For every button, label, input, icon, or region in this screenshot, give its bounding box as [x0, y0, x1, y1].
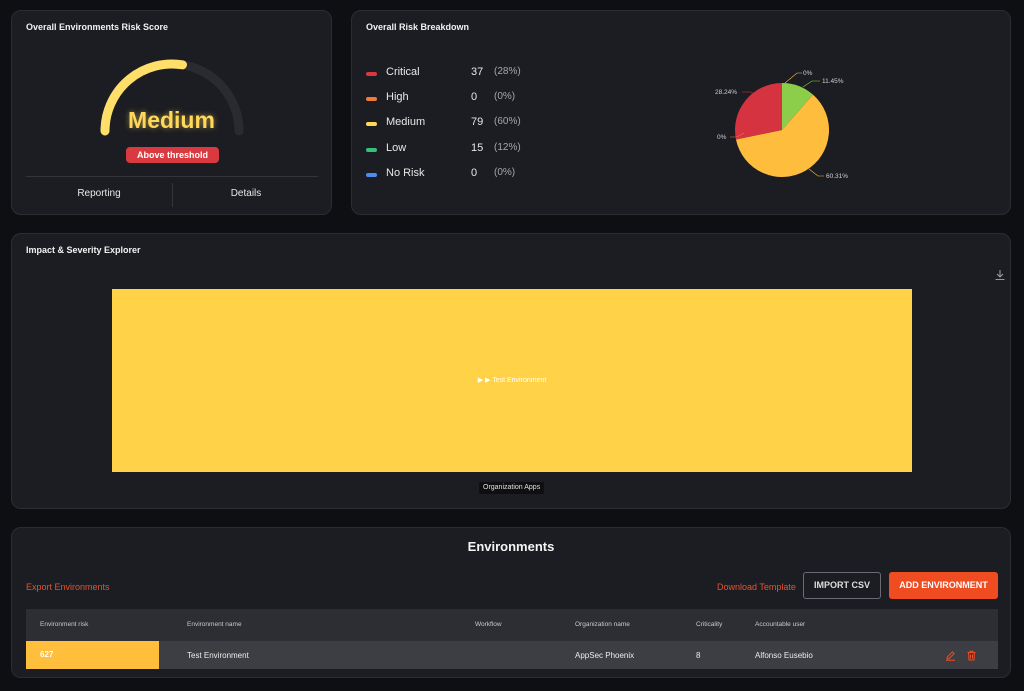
- pie-label-no-risk: 0%: [803, 70, 813, 77]
- column-header[interactable]: Workflow: [475, 621, 502, 628]
- high-swatch: [366, 97, 377, 101]
- export-environments-link[interactable]: Export Environments: [26, 582, 110, 592]
- impact-explorer-panel: Impact & Severity Explorer ▶ ▶ Test Envi…: [11, 233, 1011, 509]
- legend-item-low[interactable]: Low 15 (12%): [366, 142, 546, 158]
- legend-label: Low: [386, 142, 407, 154]
- risk-breakdown-panel: Overall Risk Breakdown Critical 37 (28%)…: [351, 10, 1011, 215]
- no-risk-swatch: [366, 173, 377, 177]
- column-header[interactable]: Organization name: [575, 621, 630, 628]
- leader-line: [808, 168, 824, 177]
- delete-icon[interactable]: [966, 650, 977, 661]
- leader-line: [784, 72, 802, 84]
- treemap-block-test-environment[interactable]: ▶ ▶ Test Environment: [112, 289, 912, 472]
- divider: [172, 183, 173, 207]
- accountable-user-cell: Alfonso Eusebio: [755, 651, 813, 660]
- threshold-badge: Above threshold: [126, 147, 219, 163]
- legend-percent: (0%): [494, 167, 516, 178]
- legend-count: 0: [471, 167, 478, 179]
- legend-label: High: [386, 91, 409, 103]
- organization-name-cell: AppSec Phoenix: [575, 651, 635, 660]
- legend-percent: (0%): [494, 91, 516, 102]
- treemap-label: ▶ ▶ Test Environment: [477, 377, 547, 384]
- add-environment-button[interactable]: ADD ENVIRONMENT: [889, 572, 998, 599]
- legend-count: 79: [471, 116, 484, 128]
- legend-percent: (12%): [494, 142, 521, 153]
- risk-level-label: Medium: [128, 107, 215, 133]
- risk-score-panel: Overall Environments Risk Score Medium A…: [11, 10, 332, 215]
- edit-icon[interactable]: [945, 650, 956, 661]
- legend-item-no-risk[interactable]: No Risk 0 (0%): [366, 167, 546, 183]
- environments-title: Environments: [467, 539, 555, 554]
- download-icon[interactable]: [994, 269, 1006, 281]
- medium-swatch: [366, 122, 377, 126]
- details-tab[interactable]: Details: [186, 188, 306, 199]
- criticality-cell: 8: [696, 651, 701, 660]
- pie-label-high: 0%: [717, 134, 727, 141]
- column-header[interactable]: Environment name: [187, 621, 242, 628]
- legend-percent: (60%): [494, 116, 521, 127]
- impact-explorer-title: Impact & Severity Explorer: [26, 245, 141, 255]
- divider: [26, 176, 318, 177]
- leader-line: [802, 80, 820, 88]
- environment-risk-cell: 627: [26, 641, 159, 669]
- risk-gauge: [100, 59, 244, 136]
- legend-count: 0: [471, 91, 478, 103]
- risk-breakdown-title: Overall Risk Breakdown: [366, 22, 470, 32]
- low-swatch: [366, 148, 377, 152]
- column-header[interactable]: Accountable user: [755, 621, 805, 628]
- table-header: Environment risk Environment name Workfl…: [26, 609, 998, 641]
- risk-score-title: Overall Environments Risk Score: [26, 22, 169, 32]
- treemap-breadcrumb[interactable]: Organization Apps: [479, 482, 545, 494]
- legend-percent: (28%): [494, 66, 521, 77]
- pie-label-medium: 60.31%: [826, 173, 848, 180]
- pie-slice-critical[interactable]: [735, 83, 782, 140]
- legend-count: 15: [471, 142, 484, 154]
- critical-swatch: [366, 72, 377, 76]
- reporting-tab[interactable]: Reporting: [39, 188, 159, 199]
- table-row[interactable]: 627 Test Environment AppSec Phoenix 8 Al…: [26, 641, 998, 669]
- legend-count: 37: [471, 66, 484, 78]
- pie-label-critical: 28.24%: [715, 89, 737, 96]
- environments-panel: Environments Export Environments Downloa…: [11, 527, 1011, 678]
- column-header[interactable]: Environment risk: [40, 621, 88, 628]
- column-header[interactable]: Criticality: [696, 621, 722, 628]
- download-template-link[interactable]: Download Template: [717, 582, 796, 592]
- legend-label: Medium: [386, 116, 426, 128]
- environment-name-cell: Test Environment: [187, 651, 249, 660]
- pie-label-low: 11.45%: [822, 78, 844, 85]
- legend-label: No Risk: [386, 167, 425, 179]
- legend-item-high[interactable]: High 0 (0%): [366, 91, 546, 107]
- legend-label: Critical: [386, 66, 420, 78]
- import-csv-button[interactable]: IMPORT CSV: [803, 572, 881, 599]
- risk-pie-chart: 0% 11.45% 28.24% 0% 60.31%: [715, 70, 848, 180]
- legend-item-medium[interactable]: Medium 79 (60%): [366, 116, 546, 132]
- legend-item-critical[interactable]: Critical 37 (28%): [366, 66, 546, 82]
